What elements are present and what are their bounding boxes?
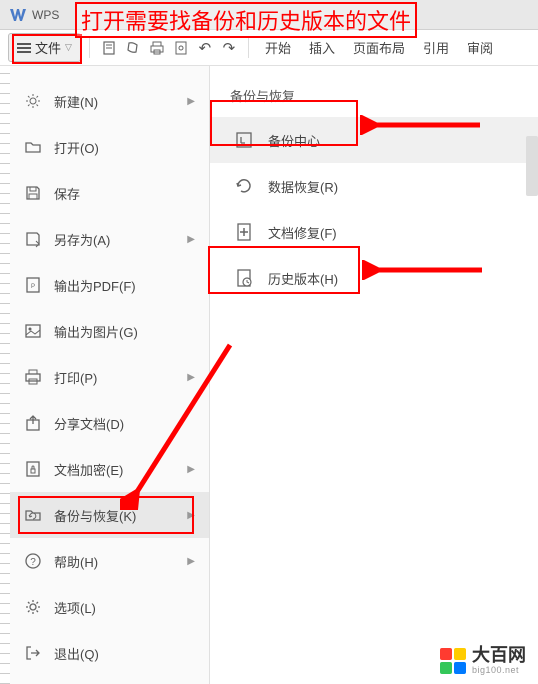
menu-item-backup[interactable]: 备份与恢复(K) ▶	[10, 492, 209, 538]
redo-icon[interactable]: ↷	[218, 37, 240, 59]
page-icon[interactable]	[98, 37, 120, 59]
submenu-item-label: 数据恢复(R)	[268, 177, 338, 196]
exit-icon	[24, 644, 42, 662]
tab-review[interactable]: 审阅	[459, 38, 501, 57]
file-menu-panel: 新建(N) ▶ 打开(O) 保存另存为(A) ▶ P 输出为PDF(F) 输出为图片(G) 打印…	[10, 66, 210, 684]
submenu-item-data-recover[interactable]: 数据恢复(R)	[210, 163, 538, 209]
watermark-text-en: big100.net	[472, 666, 526, 676]
save-icon	[24, 184, 42, 202]
new-icon	[24, 92, 42, 110]
menu-item-label: 帮助(H)	[54, 552, 175, 571]
menu-item-saveas[interactable]: 另存为(A) ▶	[10, 216, 209, 262]
submenu-item-label: 历史版本(H)	[268, 269, 338, 288]
submenu-panel: 备份与恢复 备份中心数据恢复(R) 文档修复(F) 历史版本(H)	[210, 66, 538, 684]
menu-item-label: 打开(O)	[54, 138, 195, 157]
menu-item-exit[interactable]: 退出(Q)	[10, 630, 209, 676]
open-icon	[24, 138, 42, 156]
submenu-item-doc-repair[interactable]: 文档修复(F)	[210, 209, 538, 255]
menu-item-encrypt[interactable]: 文档加密(E) ▶	[10, 446, 209, 492]
pdf-icon: P	[24, 276, 42, 294]
menu-item-image[interactable]: 输出为图片(G)	[10, 308, 209, 354]
menu-item-open[interactable]: 打开(O)	[10, 124, 209, 170]
menu-item-label: 新建(N)	[54, 92, 175, 111]
preview-icon[interactable]	[170, 37, 192, 59]
scrollbar[interactable]	[526, 136, 538, 196]
menu-item-label: 另存为(A)	[54, 230, 175, 249]
undo-icon[interactable]: ↶	[194, 37, 216, 59]
menu-item-label: 选项(L)	[54, 598, 195, 617]
history-icon	[234, 268, 254, 288]
chevron-right-icon: ▶	[187, 510, 195, 521]
print-icon	[24, 368, 42, 386]
menu-item-print[interactable]: 打印(P) ▶	[10, 354, 209, 400]
watermark-logo-icon	[440, 648, 466, 674]
svg-text:P: P	[31, 284, 35, 290]
menu-item-options[interactable]: 选项(L)	[10, 584, 209, 630]
panel-title: 备份与恢复	[210, 78, 538, 117]
chevron-right-icon: ▶	[187, 234, 195, 245]
submenu-item-label: 备份中心	[268, 131, 320, 150]
print-icon[interactable]	[146, 37, 168, 59]
chevron-right-icon: ▶	[187, 372, 195, 383]
chevron-down-icon: ▽	[65, 42, 72, 53]
menu-item-label: 备份与恢复(K)	[54, 506, 175, 525]
separator	[89, 38, 90, 58]
menu-item-save[interactable]: 保存	[10, 170, 209, 216]
menu-item-help[interactable]: ? 帮助(H) ▶	[10, 538, 209, 584]
file-label: 文件	[35, 38, 61, 57]
main-area: 新建(N) ▶ 打开(O) 保存另存为(A) ▶ P 输出为PDF(F) 输出为图片(G) 打印…	[0, 66, 538, 684]
chevron-right-icon: ▶	[187, 556, 195, 567]
menu-item-label: 文档加密(E)	[54, 460, 175, 479]
data-recover-icon	[234, 176, 254, 196]
options-icon	[24, 598, 42, 616]
chevron-right-icon: ▶	[187, 464, 195, 475]
menu-item-new[interactable]: 新建(N) ▶	[10, 78, 209, 124]
app-name: WPS	[32, 8, 59, 22]
annotation-instruction: 打开需要找备份和历史版本的文件	[75, 2, 417, 38]
saveas-icon	[24, 230, 42, 248]
share-icon	[24, 414, 42, 432]
tab-reference[interactable]: 引用	[415, 38, 457, 57]
watermark: 大百网 big100.net	[440, 646, 526, 676]
vertical-ruler	[0, 66, 10, 684]
menu-item-label: 退出(Q)	[54, 644, 195, 663]
doc-repair-icon	[234, 222, 254, 242]
menu-item-label: 保存	[54, 184, 195, 203]
menu-item-label: 输出为图片(G)	[54, 322, 195, 341]
backup-center-icon	[234, 130, 254, 150]
format-icon[interactable]	[122, 37, 144, 59]
backup-icon	[24, 506, 42, 524]
menu-item-share[interactable]: 分享文档(D)	[10, 400, 209, 446]
hamburger-icon	[17, 43, 31, 53]
submenu-item-history[interactable]: 历史版本(H)	[210, 255, 538, 301]
submenu-item-backup-center[interactable]: 备份中心	[210, 117, 538, 163]
menu-item-label: 打印(P)	[54, 368, 175, 387]
tab-start[interactable]: 开始	[257, 38, 299, 57]
file-menu-button[interactable]: 文件 ▽	[8, 33, 81, 62]
submenu-item-label: 文档修复(F)	[268, 223, 337, 242]
wps-logo-icon	[8, 5, 28, 25]
menu-item-pdf[interactable]: P 输出为PDF(F)	[10, 262, 209, 308]
chevron-right-icon: ▶	[187, 96, 195, 107]
menu-item-label: 输出为PDF(F)	[54, 276, 195, 295]
tab-layout[interactable]: 页面布局	[345, 38, 413, 57]
watermark-text-cn: 大百网	[472, 646, 526, 666]
tab-insert[interactable]: 插入	[301, 38, 343, 57]
separator	[248, 38, 249, 58]
svg-text:?: ?	[30, 557, 36, 568]
help-icon: ?	[24, 552, 42, 570]
encrypt-icon	[24, 460, 42, 478]
menu-item-label: 分享文档(D)	[54, 414, 195, 433]
image-icon	[24, 322, 42, 340]
